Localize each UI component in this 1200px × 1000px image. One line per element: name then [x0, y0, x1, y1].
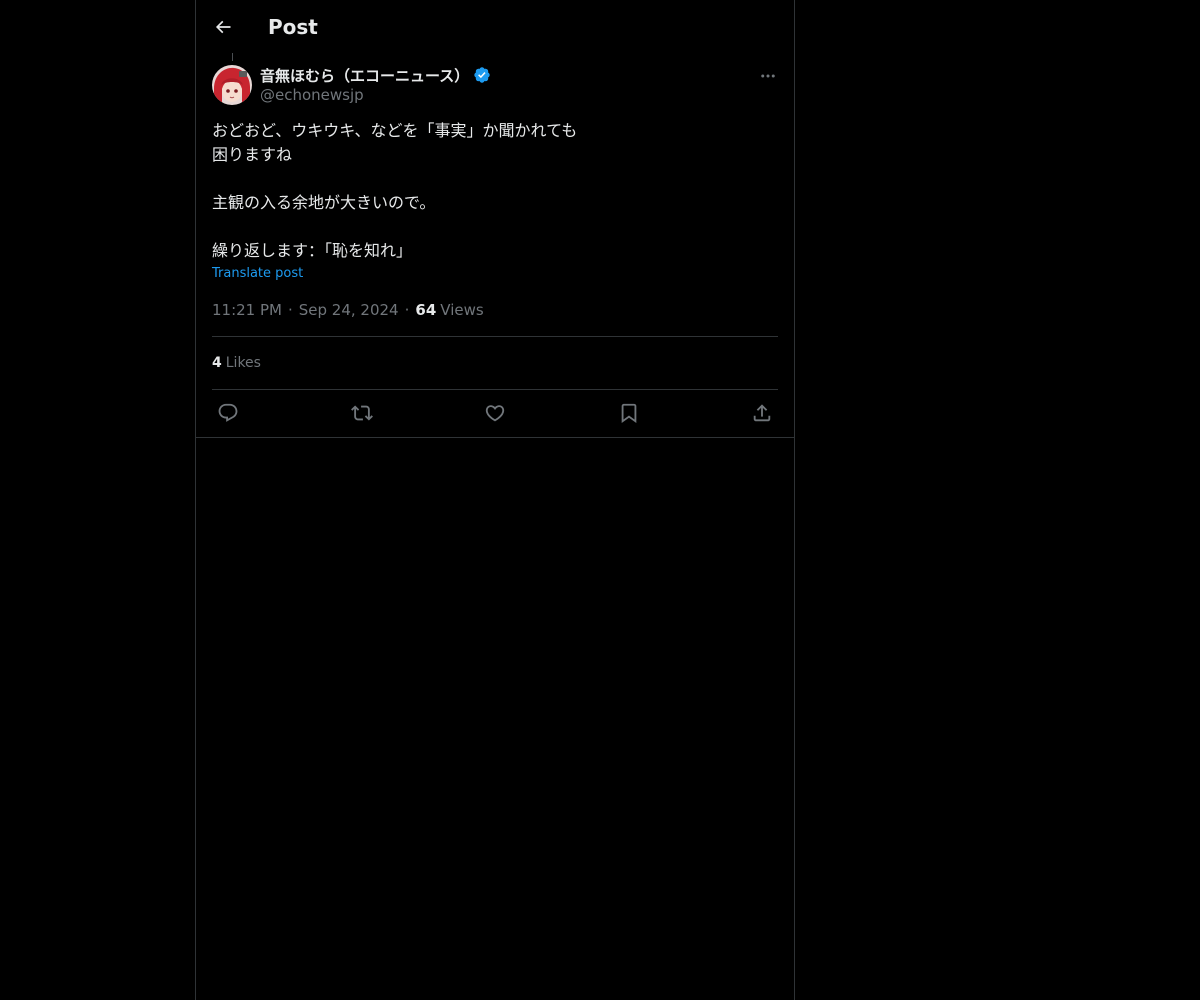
likes-label: Likes [225, 355, 261, 371]
reply-button[interactable] [212, 397, 244, 429]
divider [212, 336, 778, 337]
author-name-row: 音無ほむら（エコーニュース） [260, 64, 491, 86]
like-button[interactable] [479, 397, 511, 429]
bookmark-icon [618, 402, 640, 424]
avatar[interactable] [212, 65, 252, 105]
share-button[interactable] [746, 397, 778, 429]
page-title: Post [268, 15, 318, 39]
post-time[interactable]: 11:21 PM [212, 301, 282, 319]
views-count: 64 [415, 301, 437, 319]
post-text-line [212, 167, 772, 191]
translate-post-link[interactable]: Translate post [212, 266, 303, 281]
more-options-button[interactable] [756, 64, 780, 88]
author-display-name[interactable]: 音無ほむら（エコーニュース） [260, 65, 469, 86]
repost-button[interactable] [346, 397, 378, 429]
more-dots-icon [759, 67, 777, 85]
heart-icon [484, 402, 506, 424]
divider [212, 389, 778, 390]
back-button[interactable] [206, 10, 240, 44]
bookmark-button[interactable] [613, 397, 645, 429]
meta-separator: · [287, 301, 293, 319]
views-stat[interactable]: 64 Views [415, 301, 483, 319]
share-icon [751, 402, 773, 424]
likes-stat[interactable]: 4 Likes [212, 353, 261, 373]
likes-count: 4 [212, 355, 222, 371]
author-handle[interactable]: @echonewsjp [260, 86, 364, 104]
post-date[interactable]: Sep 24, 2024 [299, 301, 399, 319]
verified-badge-icon[interactable] [473, 66, 491, 84]
post-detail-column: Post 音無ほむら（エコーニュース） @echonewsjp おどおど、ウキウ… [195, 0, 795, 1000]
meta-separator: · [404, 301, 410, 319]
post-meta: 11:21 PM · Sep 24, 2024 · 64 Views [212, 300, 484, 320]
repost-icon [351, 402, 373, 424]
post-text-line: 主観の入る余地が大きいので。 [212, 193, 436, 212]
views-label: Views [440, 301, 484, 319]
post-text-line: おどおど、ウキウキ、などを「事実」か聞かれても [212, 121, 578, 140]
post-text: おどおど、ウキウキ、などを「事実」か聞かれても 困りますね 主観の入る余地が大き… [212, 119, 772, 263]
post-text-line: 繰り返します：「恥を知れ」 [212, 241, 413, 260]
arrow-left-icon [213, 17, 233, 37]
post-text-line [212, 215, 772, 239]
top-bar: Post [196, 0, 794, 53]
reply-icon [217, 402, 239, 424]
thread-connector-line [232, 53, 233, 61]
divider [196, 437, 794, 438]
action-bar [212, 397, 778, 429]
post-text-line: 困りますね [212, 145, 293, 164]
